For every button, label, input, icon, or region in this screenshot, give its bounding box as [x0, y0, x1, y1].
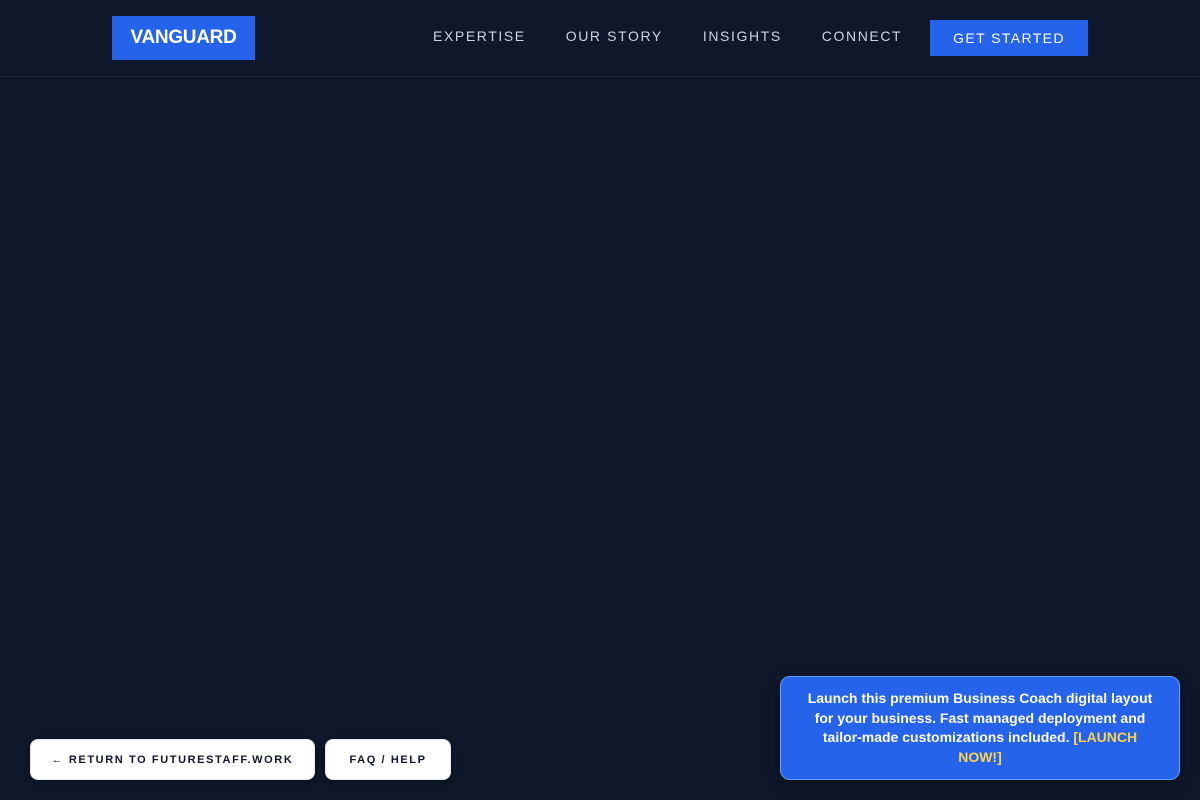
return-to-futurestaff-button[interactable]: ← RETURN TO FUTURESTAFF.WORK	[30, 739, 315, 780]
faq-help-button[interactable]: FAQ / HELP	[325, 739, 451, 780]
promo-banner: Launch this premium Business Coach digit…	[780, 676, 1180, 780]
nav-link-insights[interactable]: INSIGHTS	[703, 26, 782, 46]
get-started-button[interactable]: GET STARTED	[930, 20, 1088, 56]
brand-logo[interactable]: VANGUARD	[112, 16, 255, 60]
nav-link-expertise[interactable]: EXPERTISE	[433, 26, 526, 46]
nav-link-connect[interactable]: CONNECT	[822, 26, 902, 46]
main-nav: EXPERTISE OUR STORY INSIGHTS CONNECT	[433, 26, 902, 46]
top-navigation-bar: VANGUARD EXPERTISE OUR STORY INSIGHTS CO…	[0, 0, 1200, 77]
page: VANGUARD EXPERTISE OUR STORY INSIGHTS CO…	[0, 0, 1200, 800]
nav-link-our-story[interactable]: OUR STORY	[566, 26, 663, 46]
